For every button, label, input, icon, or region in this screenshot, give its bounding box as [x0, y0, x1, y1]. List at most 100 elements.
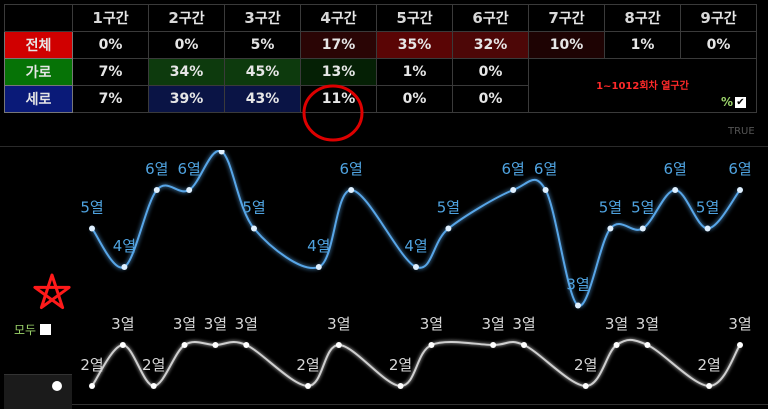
data-point — [397, 383, 404, 389]
corner-cell — [4, 4, 73, 32]
separator — [0, 146, 768, 147]
data-point — [639, 225, 646, 232]
row-garo: 가로 7% 34% 45% 13% 1% 0% 1~1012회차 열구간 % ✔ — [4, 58, 757, 113]
data-point — [243, 342, 250, 348]
value-cell: 0% — [72, 31, 149, 59]
data-point — [348, 187, 355, 193]
percent-label: % — [720, 95, 733, 109]
data-point — [150, 383, 157, 389]
annotation-ellipse — [302, 84, 364, 142]
row-total: 전체 0% 0% 5% 17% 35% 32% 10% 1% 0% — [4, 31, 757, 59]
data-point — [490, 342, 497, 348]
data-point — [89, 383, 95, 389]
series-gray: 2열 3열 2열 3열 3열 3열 2열 3열 2열 3열 3열 3열 2열 3열 3열 2열 3열 — [80, 315, 752, 389]
all-toggle[interactable]: 모두 — [14, 321, 52, 338]
value-cell: 1% — [376, 58, 453, 86]
value-cell: 43% — [224, 85, 301, 113]
data-point — [704, 225, 711, 232]
data-point — [644, 342, 651, 348]
data-point — [575, 302, 581, 309]
data-label: 2열 — [80, 356, 103, 374]
value-cell: 5% — [224, 31, 301, 59]
data-point — [212, 342, 219, 348]
series-blue: 5열4열6열6열7열5열4열6열4열5열6열6열3열5열5열6열5열6열 — [80, 150, 752, 309]
bottom-divider — [72, 404, 768, 405]
value-cell: 32% — [452, 31, 529, 59]
data-point — [737, 187, 743, 193]
data-label: 6열 — [502, 160, 525, 178]
red-circle-annotation — [302, 84, 364, 142]
data-point — [613, 342, 620, 348]
data-point — [121, 264, 128, 270]
data-point — [413, 264, 419, 270]
data-label: 3열 — [566, 276, 589, 294]
percent-checkbox[interactable]: ✔ — [735, 96, 746, 108]
data-point — [119, 342, 126, 348]
value-cell: 10% — [528, 31, 605, 59]
data-point — [153, 187, 160, 193]
value-cell: 0% — [376, 85, 453, 113]
data-label: 3열 — [235, 315, 258, 333]
value-cell: 0% — [452, 58, 529, 86]
data-label: 6열 — [664, 160, 687, 178]
value-cell: 0% — [452, 85, 529, 113]
radio-dot-icon[interactable] — [52, 381, 62, 391]
all-checkbox[interactable] — [40, 324, 52, 335]
percent-toggle[interactable]: % ✔ — [721, 95, 746, 109]
data-label: 3열 — [481, 315, 504, 333]
data-point — [89, 225, 95, 232]
value-cell: 1% — [604, 31, 681, 59]
all-label: 모두 — [14, 323, 37, 337]
data-label: 3열 — [420, 315, 443, 333]
header-cell: 1구간 — [72, 4, 149, 32]
header-cell: 3구간 — [224, 4, 301, 32]
row-label-total[interactable]: 전체 — [4, 31, 73, 59]
data-label: 5열 — [696, 199, 719, 217]
data-label: 3열 — [636, 315, 659, 333]
data-point — [582, 383, 589, 389]
data-point — [428, 342, 435, 348]
data-point — [305, 383, 311, 389]
data-label: 2열 — [142, 356, 165, 374]
data-label: 3열 — [173, 315, 196, 333]
data-label: 5열 — [599, 199, 622, 217]
header-cell: 9구간 — [680, 4, 757, 32]
data-label: 3열 — [728, 315, 751, 333]
data-point — [607, 225, 614, 232]
data-point — [315, 264, 322, 270]
data-point — [510, 187, 517, 193]
data-point — [706, 383, 713, 389]
value-cell: 17% — [300, 31, 377, 59]
data-label: 4열 — [307, 237, 330, 255]
data-label: 2열 — [389, 356, 412, 374]
data-label: 3열 — [512, 315, 535, 333]
data-point — [335, 342, 342, 348]
value-cell: 13% — [300, 58, 377, 86]
data-point — [737, 342, 743, 348]
value-cell: 35% — [376, 31, 453, 59]
data-point — [181, 342, 188, 348]
header-cell: 2구간 — [148, 4, 225, 32]
row-label-sero[interactable]: 세로 — [4, 85, 73, 113]
data-label: 3열 — [204, 315, 227, 333]
data-label: 6열 — [728, 160, 751, 178]
value-cell: 7% — [72, 85, 149, 113]
header-cell: 4구간 — [300, 4, 377, 32]
data-label: 6열 — [145, 160, 168, 178]
data-label: 4열 — [404, 237, 427, 255]
row-label-garo[interactable]: 가로 — [4, 58, 73, 86]
value-cell: 7% — [72, 58, 149, 86]
data-label: 5열 — [631, 199, 654, 217]
data-label: 6열 — [534, 160, 557, 178]
value-cell: 34% — [148, 58, 225, 86]
true-label: TRUE — [728, 126, 755, 137]
data-point — [186, 187, 193, 193]
data-label: 3열 — [111, 315, 134, 333]
data-label: 5열 — [80, 199, 103, 217]
value-cell: 45% — [224, 58, 301, 86]
data-label: 3열 — [605, 315, 628, 333]
pentagram-icon — [33, 273, 71, 310]
value-cell: 0% — [148, 31, 225, 59]
header-cell: 5구간 — [376, 4, 453, 32]
data-label: 2열 — [296, 356, 319, 374]
